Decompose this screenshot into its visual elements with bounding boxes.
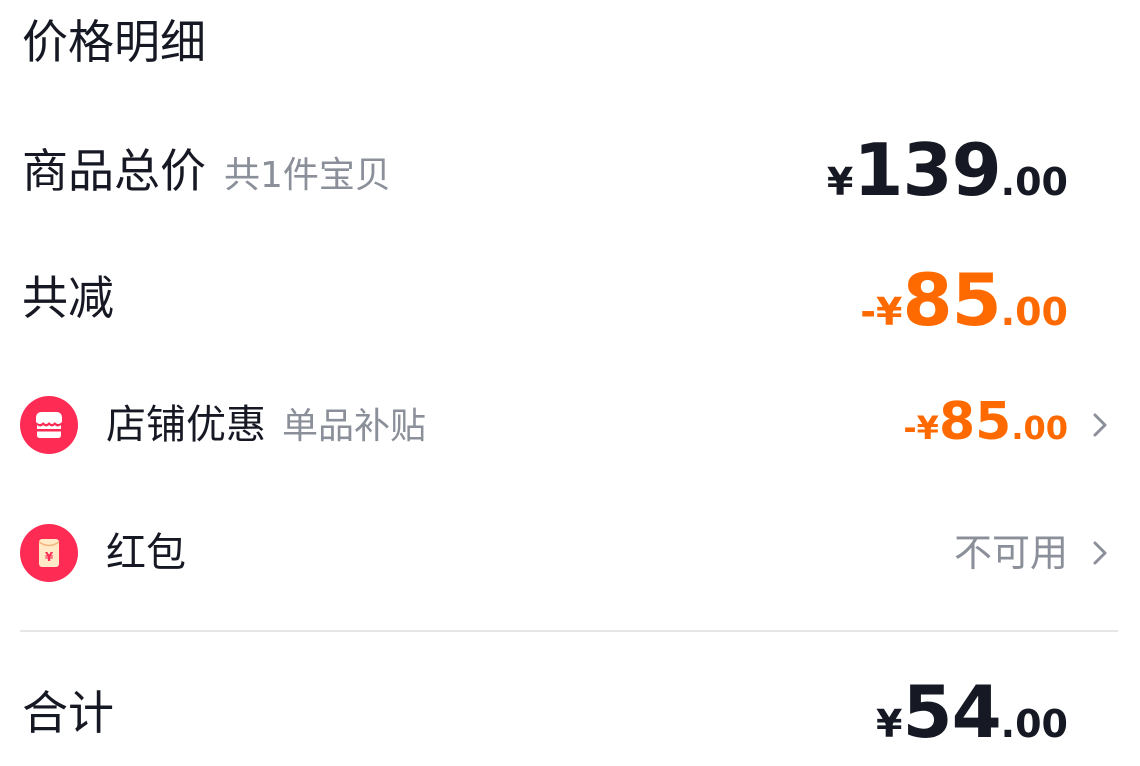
price-detail-panel: 价格明细 商品总价 共1件宝贝 ¥139.00 共减 -¥ 85.00 店铺优惠 单品… bbox=[0, 0, 1140, 766]
page-title: 价格明细 bbox=[22, 15, 206, 69]
price-integer: 85 bbox=[902, 258, 1001, 342]
total-discount-price: -¥ 85.00 bbox=[860, 258, 1068, 342]
currency-symbol: ¥ bbox=[876, 702, 903, 746]
red-packet-label: 红包 bbox=[106, 530, 186, 576]
goods-total-row: 商品总价 共1件宝贝 ¥139.00 bbox=[0, 128, 1140, 212]
chevron-right-icon[interactable] bbox=[1090, 410, 1110, 440]
grand-total-price: ¥54.00 bbox=[876, 670, 1068, 754]
currency-symbol: -¥ bbox=[903, 409, 939, 447]
total-discount-label: 共减 bbox=[22, 271, 114, 325]
total-discount-row: 共减 -¥ 85.00 bbox=[0, 258, 1140, 342]
grand-total-row: 合计 ¥54.00 bbox=[0, 670, 1140, 754]
goods-total-label-group: 商品总价 共1件宝贝 bbox=[22, 136, 391, 211]
shop-discount-label: 店铺优惠 bbox=[106, 402, 266, 448]
red-packet-row[interactable]: ¥ 红包 不可用 bbox=[0, 520, 1140, 588]
shop-discount-price: -¥ 85.00 bbox=[903, 392, 1068, 452]
goods-count-text: 共1件宝贝 bbox=[224, 155, 391, 196]
currency-symbol: -¥ bbox=[860, 290, 903, 334]
price-integer: 54 bbox=[902, 670, 1001, 754]
price-decimal: .00 bbox=[1000, 160, 1068, 204]
grand-total-label: 合计 bbox=[22, 686, 114, 740]
red-packet-icon: ¥ bbox=[20, 524, 78, 582]
shop-discount-sub: 单品补贴 bbox=[282, 406, 427, 447]
chevron-right-icon[interactable] bbox=[1090, 538, 1110, 568]
shop-icon bbox=[20, 396, 78, 454]
goods-total-price: ¥139.00 bbox=[827, 128, 1068, 212]
price-decimal: .00 bbox=[1000, 702, 1068, 746]
price-integer: 139 bbox=[853, 128, 1001, 212]
red-packet-status: 不可用 bbox=[953, 531, 1068, 575]
shop-discount-label-group: 店铺优惠 单品补贴 bbox=[106, 392, 426, 460]
shop-discount-row[interactable]: 店铺优惠 单品补贴 -¥ 85.00 bbox=[0, 392, 1140, 460]
goods-total-label: 商品总价 bbox=[22, 144, 206, 198]
price-decimal: .00 bbox=[1011, 409, 1068, 447]
currency-symbol: ¥ bbox=[826, 160, 854, 204]
price-decimal: .00 bbox=[1000, 290, 1068, 334]
svg-text:¥: ¥ bbox=[45, 550, 54, 564]
price-integer: 85 bbox=[938, 392, 1012, 452]
divider bbox=[20, 630, 1118, 632]
